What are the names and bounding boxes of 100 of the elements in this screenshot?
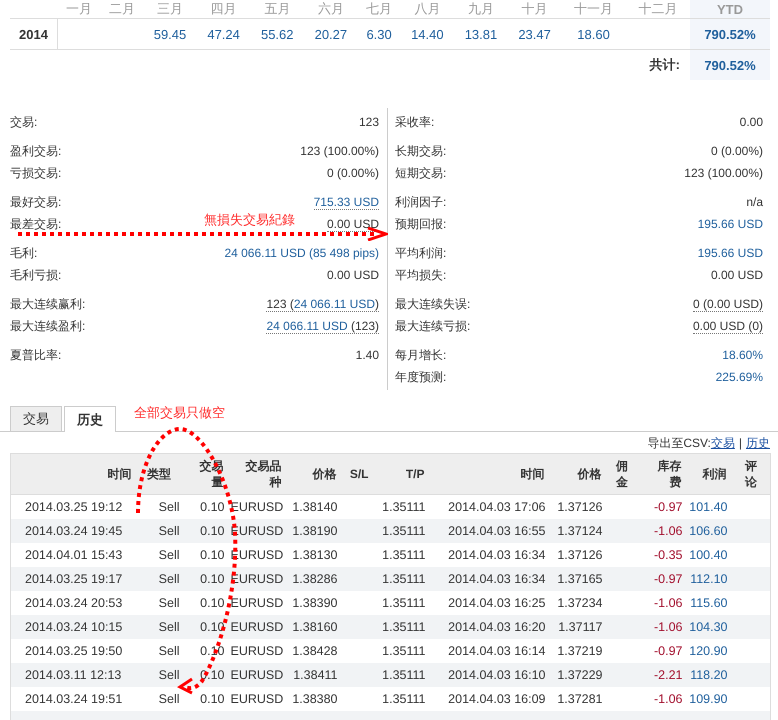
stat-label: 每月增长: — [395, 346, 446, 364]
month-value: 14.40 — [411, 26, 444, 42]
stat-label: 盈利交易: — [10, 142, 62, 160]
table-cell: 2014.03.24 10:15 — [25, 620, 122, 634]
table-cell: 120.90 — [689, 644, 728, 658]
column-header: 利润 — [702, 466, 726, 482]
month-header: 九月 — [454, 0, 508, 18]
export-link[interactable]: 交易 — [710, 436, 735, 450]
table-cell: 1.37219 — [557, 644, 602, 658]
stat-link[interactable]: 0.00 USD — [326, 216, 379, 232]
table-cell: 2014.03.25 19:50 — [25, 644, 122, 658]
table-cell: 2014.03.24 20:53 — [25, 596, 122, 610]
table-cell: 2014.03.25 19:12 — [25, 500, 122, 514]
month-header: 三月 — [143, 0, 197, 18]
table-cell: 101.40 — [689, 500, 728, 514]
month-value: 55.62 — [260, 26, 294, 42]
table-cell: 1.37126 — [557, 548, 602, 562]
table-cell: 0.10 — [200, 644, 224, 658]
stat-value: 0.00 USD — [326, 268, 379, 282]
separator: | — [738, 436, 742, 450]
table-cell: 100.40 — [689, 548, 728, 562]
ytd-value: 790.52% — [704, 26, 756, 42]
table-cell: -2.21 — [654, 668, 682, 682]
month-header: 八月 — [400, 0, 454, 18]
ytd-header: YTD — [690, 0, 770, 18]
stat-value: 123 (100.00%) — [684, 166, 763, 180]
stat-label: 最大连续失误: — [395, 296, 470, 312]
table-cell: 0.10 — [200, 596, 224, 610]
table-cell: Sell — [158, 668, 180, 682]
table-cell: Sell — [158, 548, 180, 562]
table-cell: 106.60 — [689, 524, 728, 538]
stat-label: 亏损交易: — [10, 164, 62, 182]
table-cell: 1.35111 — [382, 500, 426, 514]
stat-label: 平均损失: — [395, 266, 446, 284]
table-cell: 2014.04.03 16:20 — [448, 620, 546, 634]
table-cell: EURUSD — [230, 596, 284, 610]
column-header: T/P — [406, 466, 424, 482]
stat-value: 195.66 USD — [698, 217, 763, 231]
stat-label: 最好交易: — [10, 194, 62, 210]
stat-value: 195.66 USD — [698, 246, 763, 260]
table-cell: -1.06 — [654, 596, 682, 610]
table-cell: Sell — [158, 596, 180, 610]
table-cell: 0.10 — [200, 524, 224, 538]
table-cell: -0.35 — [654, 548, 682, 562]
table-cell: 0.10 — [200, 500, 224, 514]
month-header: 四月 — [196, 0, 250, 18]
column-header: 价格 — [312, 466, 336, 482]
stat-link[interactable]: 24 066.11 USD (123) — [266, 318, 379, 334]
stat-value: 0.00 USD — [710, 268, 763, 282]
tab[interactable]: 交易 — [10, 406, 62, 431]
month-value: 59.45 — [154, 26, 186, 42]
table-cell: 1.38428 — [292, 644, 338, 658]
table-cell: -1.06 — [654, 692, 682, 706]
stat-label: 毛利亏损: — [10, 266, 62, 284]
stat-label: 短期交易: — [395, 164, 446, 182]
table-cell: 1.35111 — [382, 644, 426, 658]
annotation-text: 無損失交易紀錄 — [204, 211, 295, 229]
column-header: 交易品种 — [244, 458, 282, 490]
table-cell: EURUSD — [230, 620, 284, 634]
table-cell: 1.35111 — [382, 692, 426, 706]
table-cell: 115.60 — [690, 596, 728, 610]
table-cell: 2014.03.24 19:45 — [25, 524, 122, 538]
table-cell: 1.35111 — [382, 548, 426, 562]
table-cell: 1.38286 — [292, 572, 338, 586]
stat-value: 0 (0.00%) — [710, 144, 763, 158]
column-header: 佣金 — [614, 458, 628, 490]
stat-value: 24 066.11 USD (85 498 pips) — [224, 246, 379, 260]
table-cell: Sell — [158, 572, 180, 586]
table-cell: 2014.04.03 16:55 — [448, 524, 546, 538]
stat-link[interactable]: 715.33 USD — [314, 194, 379, 210]
table-cell: 1.37165 — [557, 572, 602, 586]
table-cell: 1.37229 — [557, 668, 602, 682]
table-cell: 2014.03.24 19:51 — [25, 692, 122, 706]
table-cell: 2014.04.03 16:14 — [448, 644, 546, 658]
tab[interactable]: 历史 — [64, 406, 116, 432]
stat-value: 0.00 — [740, 115, 763, 129]
table-cell: 2014.04.01 15:43 — [25, 548, 122, 562]
table-cell: 1.35111 — [382, 620, 426, 634]
month-value: 47.24 — [207, 26, 240, 42]
table-cell: -1.06 — [654, 524, 682, 538]
table-cell: 1.35111 — [382, 596, 426, 610]
table-cell: 109.90 — [689, 692, 728, 706]
table-cell: Sell — [158, 524, 180, 538]
stat-label: 采收率: — [395, 114, 434, 130]
table-cell: 1.37234 — [557, 596, 602, 610]
export-link[interactable]: 历史 — [746, 436, 770, 450]
table-cell: 1.38380 — [292, 692, 338, 706]
month-value: 20.27 — [314, 26, 348, 42]
table-cell: EURUSD — [230, 500, 284, 514]
table-cell: 112.10 — [690, 572, 728, 586]
stat-link[interactable]: 0.00 USD (0) — [692, 318, 763, 334]
table-cell: 2014.04.03 16:34 — [448, 548, 546, 562]
table-cell: -0.97 — [654, 572, 682, 586]
stat-label: 年度预测: — [395, 368, 446, 386]
stat-link[interactable]: 123 (24 066.11 USD) — [266, 296, 379, 312]
table-cell: EURUSD — [230, 668, 284, 682]
month-header: 二月 — [100, 0, 144, 18]
table-cell: 1.38140 — [292, 500, 338, 514]
stat-label: 最大连续盈利: — [10, 318, 86, 334]
stat-link[interactable]: 0 (0.00 USD) — [692, 296, 763, 312]
